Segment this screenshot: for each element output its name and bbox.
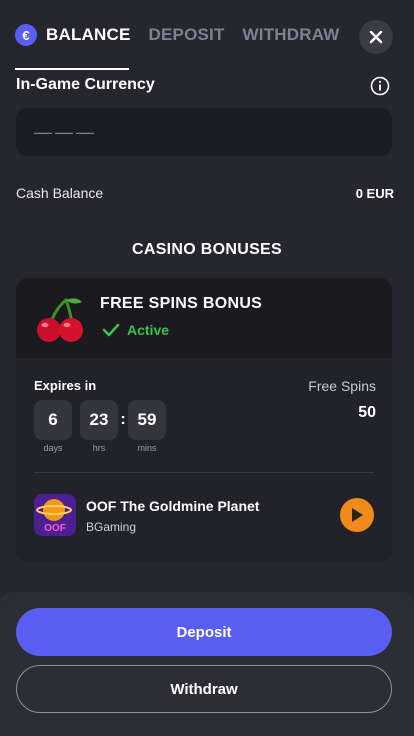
- bonus-status: Active: [102, 322, 169, 338]
- cherry-icon: [37, 298, 83, 342]
- timer-minutes-unit: mins: [137, 443, 157, 453]
- tab-balance[interactable]: € BALANCE: [15, 24, 131, 46]
- timer-minutes-value: 59: [128, 400, 166, 440]
- tab-deposit-label: DEPOSIT: [148, 25, 225, 44]
- timer-days-value: 6: [34, 400, 72, 440]
- timer-minutes: 59 mins: [128, 400, 166, 453]
- timer-hours-value: 23: [80, 400, 118, 440]
- tab-withdraw[interactable]: WITHDRAW: [243, 25, 340, 45]
- euro-badge-icon: €: [15, 24, 37, 46]
- play-icon: [352, 508, 363, 522]
- game-provider: BGaming: [86, 520, 137, 534]
- in-game-currency-field[interactable]: [16, 108, 392, 156]
- countdown-timer: 6 days 23 hrs : 59 mins: [34, 400, 166, 453]
- game-thumb-text: OOF: [44, 523, 66, 534]
- casino-bonuses-title: CASINO BONUSES: [132, 241, 282, 258]
- cash-balance-label: Cash Balance: [16, 185, 104, 201]
- free-spins-label: Free Spins: [308, 378, 376, 394]
- cash-balance-value: 0 EUR: [355, 186, 394, 201]
- bonus-name: FREE SPINS BONUS: [100, 295, 263, 312]
- tab-deposit[interactable]: DEPOSIT: [149, 25, 225, 45]
- close-button[interactable]: [359, 20, 393, 54]
- deposit-button[interactable]: Deposit: [16, 608, 392, 656]
- timer-days-unit: days: [43, 443, 63, 453]
- tab-balance-label: BALANCE: [46, 25, 131, 44]
- tab-bar: € BALANCE DEPOSIT WITHDRAW: [0, 0, 414, 70]
- close-icon: [369, 30, 383, 44]
- info-icon[interactable]: [370, 76, 390, 96]
- bonus-status-label: Active: [127, 322, 170, 338]
- in-game-currency-title: In-Game Currency: [16, 76, 155, 93]
- withdraw-button[interactable]: Withdraw: [16, 665, 392, 713]
- divider: [34, 472, 374, 473]
- game-thumbnail[interactable]: OOF: [34, 494, 76, 536]
- tab-withdraw-label: WITHDRAW: [242, 25, 340, 44]
- checkmark-icon: [102, 323, 120, 337]
- game-title[interactable]: OOF The Goldmine Planet: [86, 498, 259, 514]
- bonus-card: FREE SPINS BONUS Active Expires in 6 day…: [16, 278, 392, 562]
- active-tab-indicator: [15, 68, 129, 70]
- free-spins-value: 50: [358, 404, 376, 421]
- game-planet-icon: OOF: [34, 494, 76, 536]
- timer-separator: :: [120, 411, 126, 428]
- timer-hours-unit: hrs: [92, 443, 106, 453]
- expires-label: Expires in: [34, 378, 97, 393]
- bonus-card-header: FREE SPINS BONUS Active: [16, 278, 392, 358]
- bonus-card-body: Expires in 6 days 23 hrs : 59 mins Free …: [16, 358, 392, 562]
- timer-days: 6 days: [34, 400, 72, 453]
- play-game-button[interactable]: [340, 498, 374, 532]
- timer-hours: 23 hrs: [80, 400, 118, 453]
